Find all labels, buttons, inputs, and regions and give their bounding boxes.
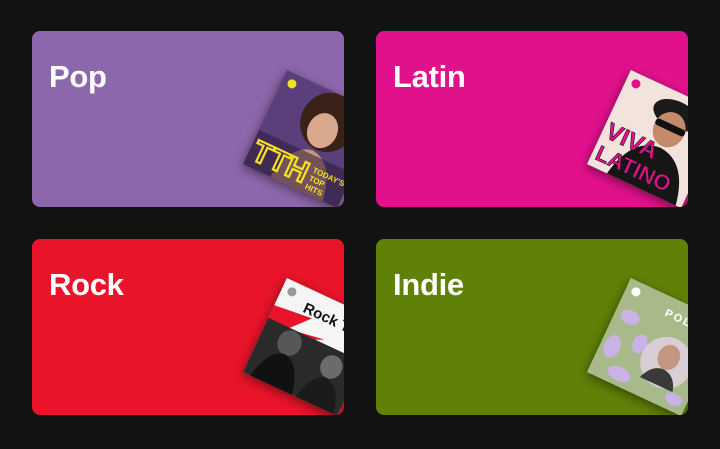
genre-title-rock: Rock bbox=[49, 267, 124, 302]
cover-art-indie: POLLEN bbox=[586, 277, 688, 415]
genre-card-rock[interactable]: Rock Rock This bbox=[32, 239, 344, 415]
genre-title-indie: Indie bbox=[393, 267, 464, 302]
genre-card-indie[interactable]: Indie POLLEN bbox=[376, 239, 688, 415]
cover-art-rock: Rock This bbox=[242, 277, 344, 415]
playlist-cover-indie: POLLEN bbox=[586, 277, 688, 415]
playlist-cover-pop: TTH TODAY'S TOP HITS bbox=[242, 69, 344, 207]
genre-grid: Pop TTH TODAY'S TOP HITS Latin VIVA LATI… bbox=[0, 0, 720, 449]
playlist-cover-rock: Rock This bbox=[242, 277, 344, 415]
genre-title-pop: Pop bbox=[49, 59, 107, 94]
genre-card-latin[interactable]: Latin VIVA LATINO bbox=[376, 31, 688, 207]
cover-art-pop: TTH TODAY'S TOP HITS bbox=[242, 69, 344, 207]
genre-title-latin: Latin bbox=[393, 59, 466, 94]
cover-art-latin: VIVA LATINO bbox=[586, 69, 688, 207]
genre-card-pop[interactable]: Pop TTH TODAY'S TOP HITS bbox=[32, 31, 344, 207]
playlist-cover-latin: VIVA LATINO bbox=[586, 69, 688, 207]
